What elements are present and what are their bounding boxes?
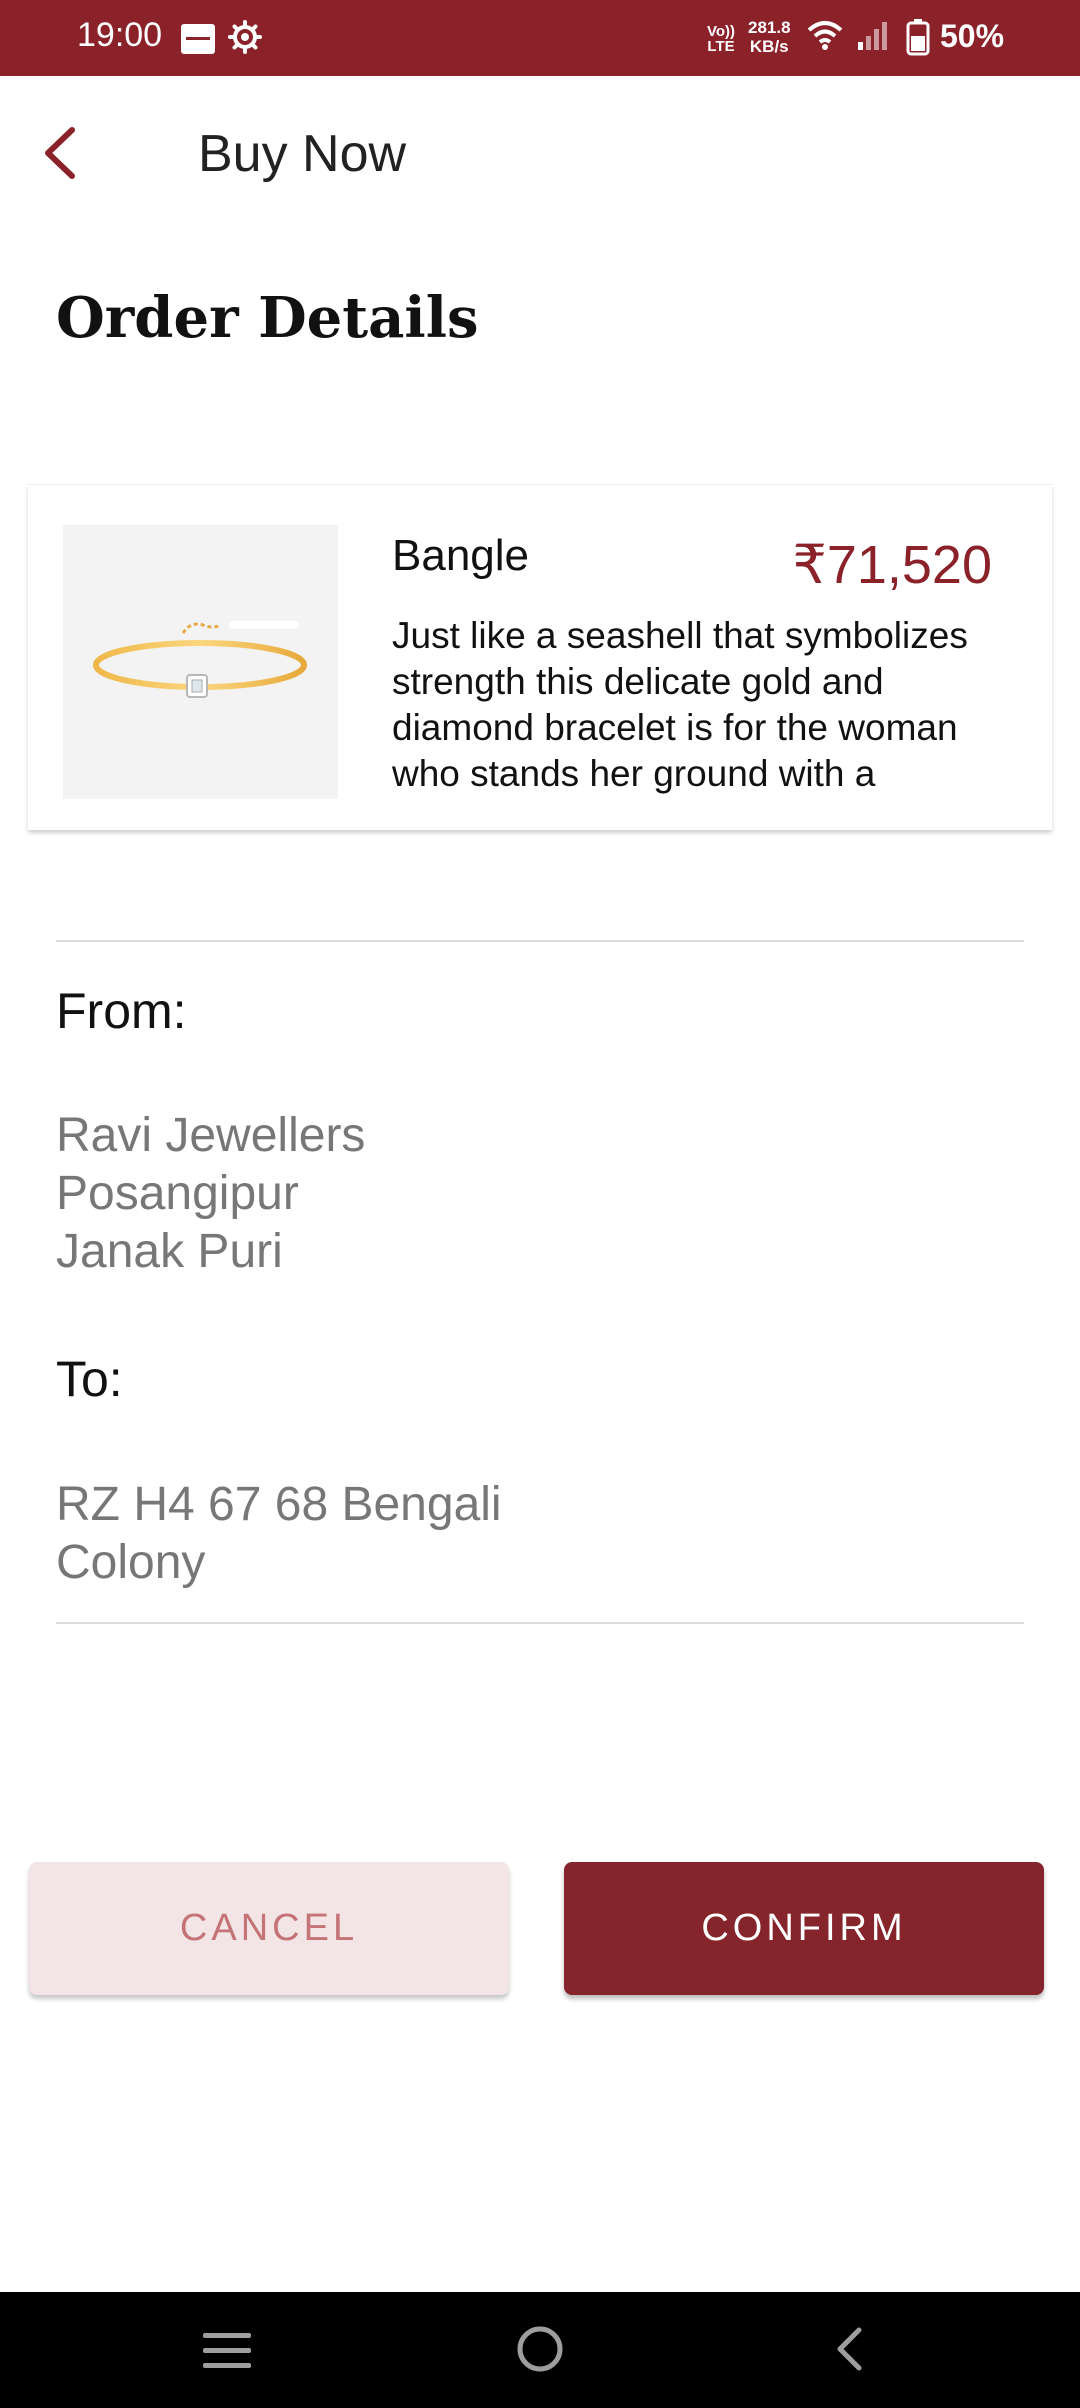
product-card[interactable]: Bangle ₹71,520 Just like a seashell that… [28, 484, 1052, 830]
menu-icon[interactable] [201, 2330, 253, 2377]
volte-line2: LTE [707, 38, 735, 55]
product-name: Bangle [392, 531, 530, 580]
confirm-button[interactable]: CONFIRM [564, 1862, 1044, 1995]
page-title: Buy Now [198, 125, 407, 183]
navigation-bar [0, 2292, 1080, 2408]
divider-bottom [56, 1622, 1024, 1624]
signal-icon [856, 20, 892, 57]
battery-icon [906, 18, 930, 61]
wifi-icon [806, 18, 844, 57]
order-details-heading: Order Details [56, 285, 479, 351]
product-image [63, 525, 338, 799]
net-speed-value: 281.8 [748, 18, 791, 37]
bangle-image [93, 621, 307, 698]
from-label: From: [56, 983, 187, 1039]
product-price: ₹71,520 [792, 535, 992, 595]
chevron-left-icon [45, 127, 75, 179]
from-address-line: Ravi Jewellers [56, 1109, 366, 1162]
status-bar: 19:00 Vo)) LTE 281.8 KB/s 50% [0, 0, 1080, 76]
network-speed: 281.8 KB/s [748, 18, 791, 56]
to-address-line: RZ H4 67 68 Bengali [56, 1478, 502, 1531]
back-button[interactable] [38, 122, 88, 184]
zomato-icon [181, 24, 215, 54]
from-address-line: Janak Puri [56, 1225, 283, 1278]
cancel-button[interactable]: CANCEL [29, 1862, 509, 1995]
to-address: RZ H4 67 68 Bengali Colony [56, 1476, 696, 1592]
from-address-line: Posangipur [56, 1167, 299, 1220]
settings-icon [228, 20, 262, 59]
status-time: 19:00 [77, 16, 163, 54]
to-address-line: Colony [56, 1536, 206, 1589]
back-icon[interactable] [831, 2324, 867, 2379]
home-icon[interactable] [515, 2324, 565, 2379]
product-description: Just like a seashell that symbolizes str… [392, 615, 968, 794]
to-label: To: [56, 1351, 123, 1407]
battery-percent: 50% [940, 18, 1005, 54]
volte-icon: Vo)) LTE [707, 24, 735, 54]
from-address: Ravi Jewellers Posangipur Janak Puri [56, 1107, 696, 1281]
divider-top [56, 940, 1024, 942]
net-speed-unit: KB/s [749, 37, 789, 56]
